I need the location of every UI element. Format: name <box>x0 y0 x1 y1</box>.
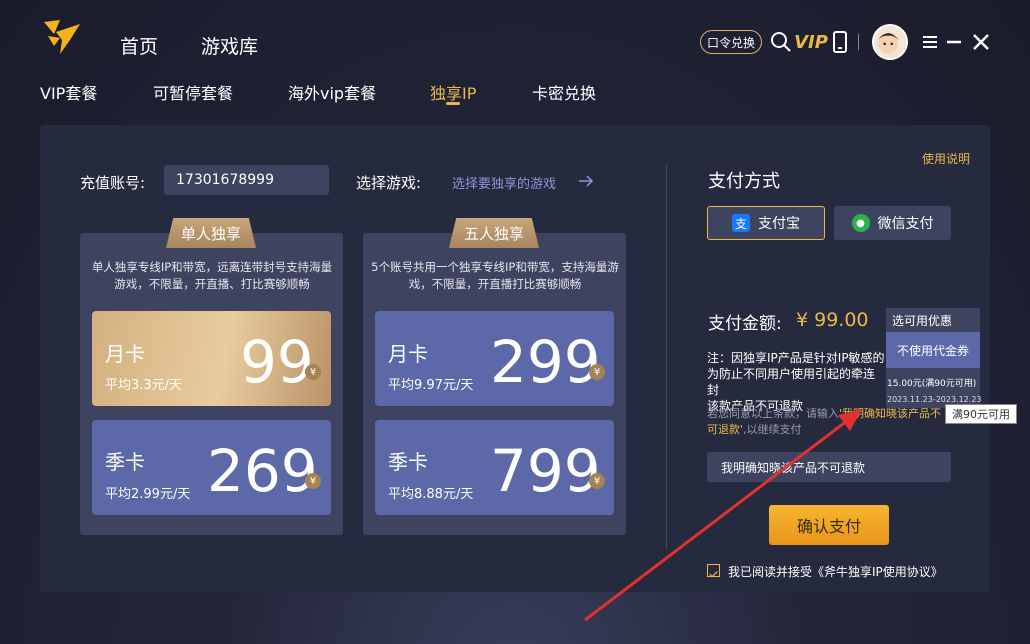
note-line: 注：因独享IP产品是针对IP敏感的 <box>707 351 885 365</box>
header-divider <box>858 34 859 50</box>
plan-name: 月卡 <box>105 342 145 366</box>
coupon-option-amount[interactable]: 15.00元(满90元可用) <box>887 376 976 389</box>
wechat-pay-label: 微信支付 <box>877 216 934 232</box>
coupon-select[interactable]: 选可用优惠 <box>886 308 980 332</box>
plan-daily-price: 平均3.3元/天 <box>105 378 183 393</box>
plan-daily-price: 平均9.97元/天 <box>388 378 474 393</box>
menu-icon[interactable] <box>922 30 938 54</box>
amount-value: ¥ 99.00 <box>796 309 869 331</box>
yen-icon: ¥ <box>305 364 321 380</box>
yen-icon: ¥ <box>589 364 605 380</box>
nav-game-library[interactable]: 游戏库 <box>201 32 258 59</box>
nav-home[interactable]: 首页 <box>120 32 158 59</box>
card-badge: 五人独享 <box>449 218 539 248</box>
yen-icon: ¥ <box>305 473 321 489</box>
coupon-tooltip: 满90元可用 <box>945 404 1017 424</box>
card-description: 5个账号共用一个独享专线IP和带宽，支持海量游戏，不限量，开直播打比赛够顺畅 <box>371 260 619 291</box>
plan-name: 季卡 <box>388 450 428 474</box>
tab-card-redeem[interactable]: 卡密兑换 <box>532 80 596 104</box>
plan-price: 269 <box>207 437 318 505</box>
amount-label: 支付金额: <box>708 314 782 334</box>
vip-icon[interactable]: VIP <box>794 30 828 54</box>
tab-overseas-vip[interactable]: 海外vip套餐 <box>288 80 376 104</box>
arrow-right-icon[interactable] <box>578 175 594 187</box>
alipay-button[interactable]: 支 支付宝 <box>707 206 825 240</box>
search-icon[interactable] <box>770 30 792 54</box>
tab-exclusive-ip[interactable]: 独享IP <box>430 80 476 104</box>
plan-name: 月卡 <box>388 342 428 366</box>
card-badge: 单人独享 <box>166 218 256 248</box>
game-label: 选择游戏: <box>356 174 422 192</box>
plan-daily-price: 平均8.88元/天 <box>388 487 474 502</box>
app-logo-icon <box>44 20 80 54</box>
plan-name: 季卡 <box>105 450 145 474</box>
user-avatar[interactable] <box>872 24 908 60</box>
plan-daily-price: 平均2.99元/天 <box>105 487 191 502</box>
coupon-option-date: 2023.11.23-2023.12.23 <box>887 395 982 404</box>
active-tab-indicator <box>446 102 460 105</box>
command-redeem-button[interactable]: 口令兑换 <box>700 30 762 54</box>
plan-price: 299 <box>490 328 601 396</box>
wechat-pay-button[interactable]: ● 微信支付 <box>834 206 951 240</box>
alipay-icon: 支 <box>732 214 750 232</box>
red-arrow-annotation <box>584 409 862 622</box>
account-input[interactable]: 17301678999 <box>164 165 329 195</box>
avatar-face-icon <box>877 33 899 54</box>
coupon-option-none[interactable]: 不使用代金券 <box>886 332 980 368</box>
tab-vip-package[interactable]: VIP套餐 <box>40 80 97 104</box>
mobile-icon[interactable] <box>832 30 848 54</box>
card-description: 单人独享专线IP和带宽，远离连带封号支持海量游戏，不限量，开直播、打比赛够顺畅 <box>91 260 333 291</box>
close-icon[interactable] <box>972 30 990 54</box>
select-game-link[interactable]: 选择要独享的游戏 <box>452 173 556 192</box>
tab-pausable-package[interactable]: 可暂停套餐 <box>153 80 233 104</box>
payment-method-title: 支付方式 <box>708 171 780 192</box>
plan-price: 99 <box>240 328 314 396</box>
account-label: 充值账号: <box>80 174 146 192</box>
alipay-label: 支付宝 <box>758 216 800 232</box>
help-link[interactable]: 使用说明 <box>922 150 970 167</box>
note-line: 为防止不同用户使用引起的牵连封 <box>707 367 876 397</box>
wechat-icon: ● <box>851 214 870 232</box>
minimize-icon[interactable] <box>946 30 962 54</box>
